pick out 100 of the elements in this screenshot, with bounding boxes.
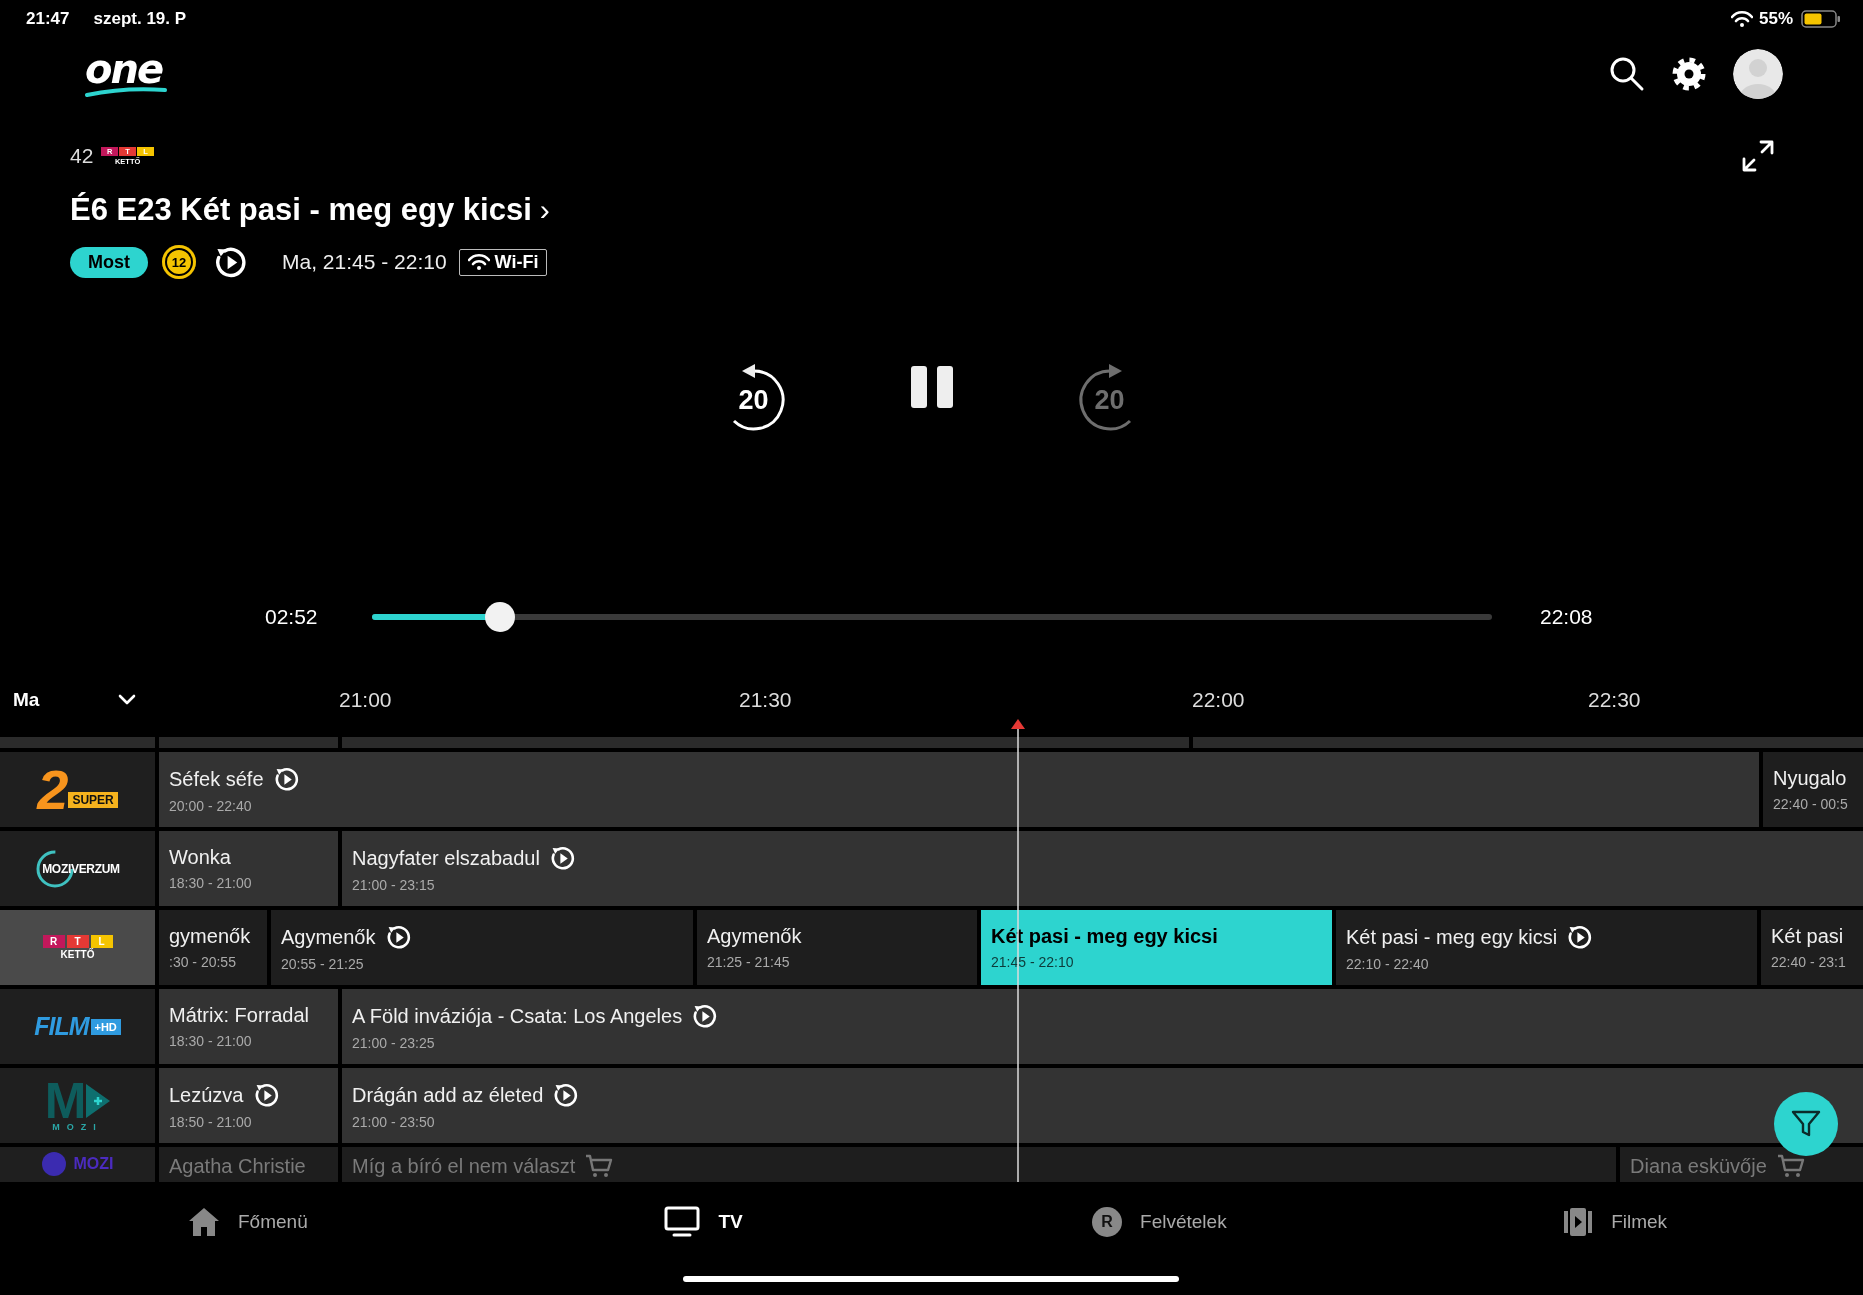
nav-tab[interactable]: Filmek: [1387, 1182, 1843, 1262]
program-title[interactable]: É6 E23 Két pasi - meg egy kicsi: [70, 192, 532, 228]
app-logo: one: [85, 51, 167, 97]
program-cell[interactable]: Agymenők 20:55 - 21:25: [271, 910, 693, 985]
fullscreen-icon[interactable]: [1741, 139, 1775, 173]
channel-number: 42: [70, 144, 94, 168]
search-icon[interactable]: [1609, 56, 1645, 92]
program-time: 22:40 - 00:5: [1773, 796, 1849, 812]
program-cell[interactable]: Míg a bíró el nem választ: [342, 1147, 1616, 1182]
end-time: 22:08: [1540, 605, 1593, 629]
home-icon: [188, 1207, 220, 1237]
program-cell[interactable]: Wonka 18:30 - 21:00: [159, 831, 338, 906]
elapsed-time: 02:52: [265, 605, 319, 629]
day-dropdown[interactable]: Ma: [0, 680, 150, 720]
clock-time: 21:47: [26, 9, 70, 29]
channel-cell[interactable]: R T L KETTŐ: [0, 910, 155, 985]
channel-logo: 2 SUPER: [37, 765, 118, 814]
chevron-icon[interactable]: ›: [539, 193, 550, 227]
cart-icon: [1776, 1154, 1805, 1178]
channel-logo: R T L KETTŐ: [42, 935, 113, 960]
program-cell[interactable]: A Föld inváziója - Csata: Los Angeles 21:00 - 23:25: [342, 989, 1863, 1064]
age-rating-badge: 12: [162, 245, 196, 279]
channel-cell[interactable]: FILM +HD: [0, 989, 155, 1064]
program-title: Diana esküvője: [1630, 1154, 1767, 1178]
program-cell[interactable]: [342, 737, 1189, 748]
channel-logo: MOZIVERZUM: [35, 848, 120, 889]
replay-icon: [385, 924, 412, 950]
nav-tab[interactable]: Főmenü: [20, 1182, 476, 1262]
program-time: 21:00 - 23:15: [352, 877, 436, 893]
program-cell[interactable]: Diana esküvője: [1620, 1147, 1863, 1182]
program-cell[interactable]: Nyugalo 22:40 - 00:5: [1763, 752, 1863, 827]
program-cell[interactable]: Drágán add az életed 21:00 - 23:50: [342, 1068, 1863, 1143]
live-badge: Most: [70, 246, 148, 278]
slider-thumb[interactable]: [484, 602, 515, 632]
replay-icon: [692, 1003, 719, 1029]
program-time: 21:00 - 23:50: [352, 1114, 436, 1130]
channel-cell[interactable]: MOZIVERZUM: [0, 831, 155, 906]
program-cell[interactable]: Két pasi 22:40 - 23:1: [1761, 910, 1863, 985]
program-title: Két pasi: [1771, 924, 1844, 948]
program-title: Míg a bíró el nem választ: [352, 1154, 576, 1178]
program-title: Agatha Christie: [169, 1154, 306, 1178]
time-label: 22:00: [1192, 688, 1245, 712]
replay-icon: [273, 766, 300, 792]
program-cell[interactable]: Séfek séfe 20:00 - 22:40: [159, 752, 1759, 827]
program-time: 22:40 - 23:1: [1771, 954, 1847, 970]
nav-tab[interactable]: R Felvételek: [931, 1182, 1388, 1262]
program-time: 20:00 - 22:40: [169, 798, 253, 814]
replay-icon: [553, 1082, 580, 1108]
program-title: Agymenők: [281, 925, 376, 949]
replay-icon: [1567, 924, 1594, 950]
program-cell[interactable]: [159, 737, 338, 748]
program-title: Séfek séfe: [169, 767, 264, 791]
program-cell[interactable]: [0, 737, 155, 748]
program-cell[interactable]: [1193, 737, 1863, 748]
record-icon: R: [1092, 1207, 1123, 1237]
program-title: Agymenők: [707, 924, 802, 948]
wifi-badge: Wi-Fi: [458, 248, 548, 276]
program-time: 18:30 - 21:00: [169, 1033, 253, 1049]
program-time: :30 - 20:55: [169, 954, 237, 970]
channel-logo: FILM +HD: [34, 1012, 121, 1041]
rewind-button[interactable]: 20: [715, 362, 792, 438]
program-title: Nagyfater elszabadul: [352, 846, 540, 870]
tv-icon: [664, 1206, 701, 1238]
program-title: Mátrix: Forradal: [169, 1003, 310, 1027]
program-time: 18:30 - 21:00: [169, 875, 253, 891]
program-cell[interactable]: gymenők :30 - 20:55: [159, 910, 267, 985]
program-cell[interactable]: Két pasi - meg egy kicsi 22:10 - 22:40: [1336, 910, 1757, 985]
program-title: A Föld inváziója - Csata: Los Angeles: [352, 1004, 683, 1028]
program-cell[interactable]: Lezúzva 18:50 - 21:00: [159, 1068, 338, 1143]
program-time: 22:10 - 22:40: [1346, 956, 1430, 972]
channel-cell[interactable]: 2 SUPER: [0, 752, 155, 827]
avatar-icon[interactable]: [1733, 49, 1783, 99]
program-title: Nyugalo: [1773, 766, 1847, 790]
time-label: 22:30: [1588, 688, 1641, 712]
program-time: 20:55 - 21:25: [281, 956, 365, 972]
chevron-icon: [118, 694, 136, 706]
program-title: Két pasi - meg egy kicsi: [1346, 925, 1558, 949]
program-cell[interactable]: Nagyfater elszabadul 21:00 - 23:15: [342, 831, 1863, 906]
settings-icon[interactable]: [1671, 56, 1707, 92]
program-cell[interactable]: Agatha Christie: [159, 1147, 338, 1182]
program-title: Wonka: [169, 845, 231, 869]
seek-slider[interactable]: [372, 602, 1492, 632]
battery-icon: [1801, 10, 1841, 28]
program-title: Lezúzva: [169, 1083, 244, 1107]
program-time: 21:00 - 23:25: [352, 1035, 436, 1051]
nav-tab[interactable]: TV: [475, 1182, 932, 1262]
wifi-icon: [1730, 11, 1753, 27]
program-cell[interactable]: Agymenők 21:25 - 21:45: [697, 910, 977, 985]
program-time: 18:50 - 21:00: [169, 1114, 253, 1130]
broadcast-time: Ma, 21:45 - 22:10: [282, 250, 447, 274]
program-time: 21:25 - 21:45: [707, 954, 791, 970]
cart-icon: [585, 1154, 614, 1178]
film-icon: [1563, 1207, 1594, 1237]
channel-logo: MOZI: [41, 1152, 114, 1176]
program-title: gymenők: [169, 924, 251, 948]
program-title: Drágán add az életed: [352, 1083, 544, 1107]
time-label: 21:00: [339, 688, 392, 712]
program-cell[interactable]: Mátrix: Forradal 18:30 - 21:00: [159, 989, 338, 1064]
date: szept. 19. P: [93, 9, 187, 29]
time-label: 21:30: [739, 688, 792, 712]
